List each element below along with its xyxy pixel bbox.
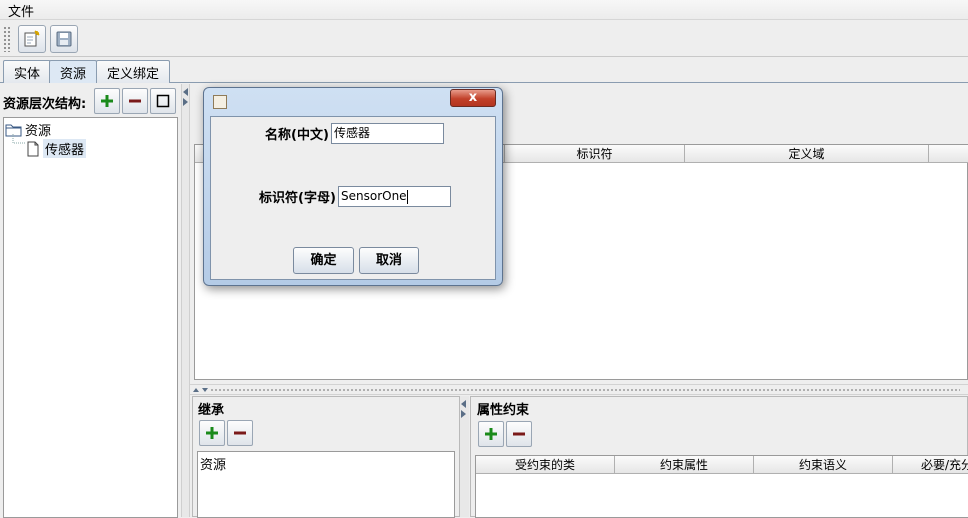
resource-tree[interactable]: 资源 传感器 [3,117,178,518]
table-header-necessary-sufficient[interactable]: 必要/充分 [893,456,968,474]
toolbar-grip[interactable] [3,26,11,52]
table-header-constraint-property[interactable]: 约束属性 [615,456,754,474]
table-header-constraint-semantics[interactable]: 约束语义 [754,456,893,474]
minus-icon [129,99,141,103]
identifier-value: SensorOne [341,189,407,203]
java-icon [213,95,227,109]
tab-definition-binding[interactable]: 定义绑定 [96,60,171,83]
close-button[interactable]: x [450,89,496,107]
collapse-left-arrow-icon[interactable] [461,400,466,408]
name-input[interactable]: 传感器 [331,123,444,144]
identifier-input[interactable]: SensorOne [338,186,451,207]
plus-icon [206,427,218,439]
new-document-icon [24,30,40,47]
expand-right-arrow-icon[interactable] [183,98,188,106]
menu-bar: 文件 [0,0,968,20]
constraint-table[interactable]: 受约束的类 约束属性 约束语义 必要/充分 [475,455,968,518]
square-icon [156,94,170,108]
horizontal-splitter[interactable] [190,384,968,395]
toolbar [0,21,968,57]
tab-bar: 实体 资源 定义绑定 [0,59,968,83]
remove-resource-button[interactable] [122,88,148,114]
tree-item-sensor[interactable]: 传感器 [26,139,87,158]
list-item[interactable]: 资源 [200,454,226,473]
save-icon [56,31,72,47]
collapse-left-arrow-icon[interactable] [183,88,188,96]
table-header-constrained-class[interactable]: 受约束的类 [476,456,615,474]
tab-resource[interactable]: 资源 [49,60,98,83]
expand-right-arrow-icon[interactable] [461,410,466,418]
tab-entity[interactable]: 实体 [3,60,52,83]
menu-file[interactable]: 文件 [6,1,36,20]
vertical-splitter[interactable] [181,84,190,517]
name-label: 名称(中文) [265,128,329,143]
bottom-splitter[interactable] [460,396,469,517]
tree-root-label: 资源 [25,124,52,139]
remove-constraint-button[interactable] [506,421,532,447]
splitter-grip [210,388,960,392]
cancel-button[interactable]: 取消 [359,247,419,274]
minus-icon [234,431,246,435]
save-button[interactable] [50,25,78,53]
new-button[interactable] [18,25,46,53]
tree-child-label: 传感器 [43,139,87,158]
resource-hierarchy-label: 资源层次结构: [3,97,87,112]
new-resource-dialog: x 名称(中文) 传感器 标识符(字母) SensorOne 确定 取消 [203,87,503,286]
expand-resource-button[interactable] [150,88,176,114]
plus-icon [485,428,497,440]
add-parent-button[interactable] [199,420,225,446]
identifier-label: 标识符(字母) [259,191,336,206]
table-header-identifier[interactable]: 标识符 [505,145,685,163]
table-header-domain[interactable]: 定义域 [685,145,929,163]
inheritance-title: 继承 [198,403,225,418]
plus-icon [101,95,113,107]
add-resource-button[interactable] [94,88,120,114]
property-constraint-title: 属性约束 [477,403,530,418]
add-constraint-button[interactable] [478,421,504,447]
inheritance-panel: 继承 资源 [192,396,460,518]
text-caret [406,189,408,204]
property-constraint-panel: 属性约束 受约束的类 约束属性 约束语义 必要/充分 [470,396,968,518]
minus-icon [513,432,525,436]
parent-list[interactable]: 资源 [197,451,455,518]
dialog-body: 名称(中文) 传感器 标识符(字母) SensorOne 确定 取消 [210,116,496,280]
ok-button[interactable]: 确定 [293,247,354,274]
remove-parent-button[interactable] [227,420,253,446]
split-arrows-icon[interactable] [192,387,210,393]
table-header-extra [929,145,968,163]
file-icon [27,141,39,156]
